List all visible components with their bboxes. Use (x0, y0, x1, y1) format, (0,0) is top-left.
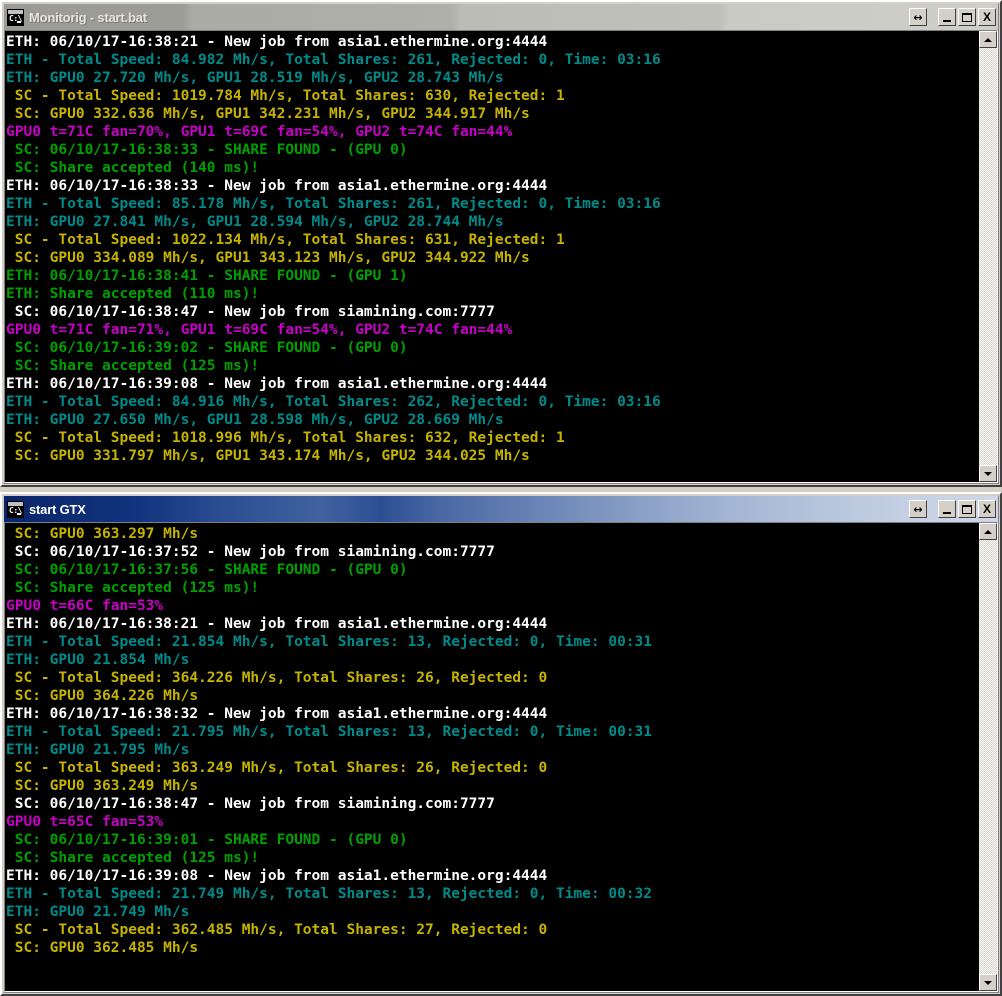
arrow-down-icon (984, 471, 992, 476)
console-line: SC - Total Speed: 364.226 Mh/s, Total Sh… (6, 670, 548, 686)
console-line: ETH - Total Speed: 84.982 Mh/s, Total Sh… (6, 52, 661, 68)
console-output-startgtx[interactable]: SC: GPU0 363.297 Mh/s SC: 06/10/17-16:37… (5, 523, 979, 991)
console-line: ETH - Total Speed: 21.854 Mh/s, Total Sh… (6, 634, 653, 650)
window-title-startgtx: start GTX (29, 501, 86, 517)
console-line: ETH: 06/10/17-16:38:21 - New job from as… (6, 34, 548, 50)
console-line: ETH: GPU0 21.795 Mh/s (6, 742, 190, 758)
desktop: C:\ Monitorig - start.bat ↔ X ETH: 06/10… (0, 0, 1002, 996)
console-line: SC: GPU0 334.089 Mh/s, GPU1 343.123 Mh/s… (6, 250, 530, 266)
window-title-monitorig: Monitorig - start.bat (29, 9, 147, 25)
console-window-startgtx[interactable]: C:\ start GTX ↔ X SC: GPU0 363.297 Mh/s … (0, 492, 1002, 996)
vertical-scrollbar-monitorig[interactable] (979, 31, 997, 482)
minimize-icon (943, 20, 951, 22)
scroll-up-button[interactable] (979, 31, 997, 48)
vertical-scrollbar-startgtx[interactable] (979, 523, 997, 991)
resize-button[interactable]: ↔ (909, 8, 927, 26)
console-line: SC: Share accepted (125 ms)! (6, 358, 260, 374)
maximize-button[interactable] (958, 500, 976, 518)
maximize-icon (962, 504, 972, 514)
console-line: SC: GPU0 363.297 Mh/s (6, 526, 199, 542)
console-line: SC: 06/10/17-16:39:01 - SHARE FOUND - (G… (6, 832, 408, 848)
titlebar-buttons-startgtx: ↔ X (909, 500, 996, 518)
maximize-icon (962, 12, 972, 22)
console-line: GPU0 t=71C fan=70%, GPU1 t=69C fan=54%, … (6, 124, 513, 140)
console-output-monitorig[interactable]: ETH: 06/10/17-16:38:21 - New job from as… (5, 31, 979, 482)
titlebar-monitorig[interactable]: C:\ Monitorig - start.bat ↔ X (4, 4, 998, 30)
resize-button[interactable]: ↔ (909, 500, 927, 518)
console-line: SC - Total Speed: 362.485 Mh/s, Total Sh… (6, 922, 548, 938)
titlebar-buttons-monitorig: ↔ X (909, 8, 996, 26)
scroll-up-button[interactable] (979, 523, 997, 540)
console-line: SC - Total Speed: 1018.996 Mh/s, Total S… (6, 430, 565, 446)
console-line: ETH: 06/10/17-16:39:08 - New job from as… (6, 376, 548, 392)
close-icon: X (982, 502, 991, 516)
console-line: SC: 06/10/17-16:39:02 - SHARE FOUND - (G… (6, 340, 408, 356)
scroll-down-button[interactable] (979, 974, 997, 991)
minimize-button[interactable] (938, 8, 956, 26)
arrow-down-icon (984, 980, 992, 985)
console-line: SC: Share accepted (125 ms)! (6, 580, 260, 596)
console-line: SC: GPU0 363.249 Mh/s (6, 778, 199, 794)
minimize-button[interactable] (938, 500, 956, 518)
window-inner-frame: C:\ start GTX ↔ X SC: GPU0 363.297 Mh/s … (3, 495, 999, 993)
console-line: ETH - Total Speed: 21.749 Mh/s, Total Sh… (6, 886, 653, 902)
console-line: ETH - Total Speed: 21.795 Mh/s, Total Sh… (6, 724, 653, 740)
console-line: ETH: GPU0 27.650 Mh/s, GPU1 28.598 Mh/s,… (6, 412, 504, 428)
console-line: SC: 06/10/17-16:38:47 - New job from sia… (6, 304, 495, 320)
console-body-monitorig: ETH: 06/10/17-16:38:21 - New job from as… (4, 30, 998, 483)
minimize-icon (943, 512, 951, 514)
arrow-up-icon (984, 529, 992, 534)
console-line: SC: 06/10/17-16:37:52 - New job from sia… (6, 544, 495, 560)
arrow-up-icon (984, 37, 992, 42)
console-line: ETH: GPU0 27.841 Mh/s, GPU1 28.594 Mh/s,… (6, 214, 504, 230)
console-line: ETH - Total Speed: 84.916 Mh/s, Total Sh… (6, 394, 661, 410)
console-line: SC: 06/10/17-16:37:56 - SHARE FOUND - (G… (6, 562, 408, 578)
scroll-down-button[interactable] (979, 465, 997, 482)
cmd-icon-cursor (17, 512, 21, 515)
console-line: GPU0 t=65C fan=53% (6, 814, 164, 830)
console-line: SC: 06/10/17-16:38:47 - New job from sia… (6, 796, 495, 812)
console-line: ETH: GPU0 21.854 Mh/s (6, 652, 190, 668)
cmd-console-icon[interactable]: C:\ (7, 500, 24, 518)
cmd-icon-cursor (17, 20, 21, 23)
titlebar-startgtx[interactable]: C:\ start GTX ↔ X (4, 496, 998, 522)
cmd-console-icon[interactable]: C:\ (7, 8, 24, 26)
console-line: ETH: 06/10/17-16:38:33 - New job from as… (6, 178, 548, 194)
console-body-startgtx: SC: GPU0 363.297 Mh/s SC: 06/10/17-16:37… (4, 522, 998, 992)
console-line: SC - Total Speed: 363.249 Mh/s, Total Sh… (6, 760, 548, 776)
resize-arrows-icon: ↔ (913, 502, 923, 516)
console-line: ETH - Total Speed: 85.178 Mh/s, Total Sh… (6, 196, 661, 212)
console-line: SC: GPU0 362.485 Mh/s (6, 940, 199, 956)
console-line: SC: Share accepted (140 ms)! (6, 160, 260, 176)
close-button[interactable]: X (978, 8, 996, 26)
console-line: SC: GPU0 331.797 Mh/s, GPU1 343.174 Mh/s… (6, 448, 530, 464)
scroll-track[interactable] (979, 48, 997, 465)
console-line: SC: Share accepted (125 ms)! (6, 850, 260, 866)
console-line: SC - Total Speed: 1019.784 Mh/s, Total S… (6, 88, 565, 104)
console-line: ETH: 06/10/17-16:38:21 - New job from as… (6, 616, 548, 632)
console-window-monitorig[interactable]: C:\ Monitorig - start.bat ↔ X ETH: 06/10… (0, 0, 1002, 487)
resize-arrows-icon: ↔ (913, 10, 923, 24)
close-button[interactable]: X (978, 500, 996, 518)
console-line: ETH: GPU0 27.720 Mh/s, GPU1 28.519 Mh/s,… (6, 70, 504, 86)
console-line: GPU0 t=71C fan=71%, GPU1 t=69C fan=54%, … (6, 322, 513, 338)
console-line: SC: GPU0 364.226 Mh/s (6, 688, 199, 704)
console-line: GPU0 t=66C fan=53% (6, 598, 164, 614)
console-line: ETH: 06/10/17-16:39:08 - New job from as… (6, 868, 548, 884)
console-line: ETH: 06/10/17-16:38:41 - SHARE FOUND - (… (6, 268, 408, 284)
console-line: ETH: Share accepted (110 ms)! (6, 286, 260, 302)
console-line: SC - Total Speed: 1022.134 Mh/s, Total S… (6, 232, 565, 248)
window-inner-frame: C:\ Monitorig - start.bat ↔ X ETH: 06/10… (3, 3, 999, 484)
console-line: ETH: GPU0 21.749 Mh/s (6, 904, 190, 920)
console-line: SC: 06/10/17-16:38:33 - SHARE FOUND - (G… (6, 142, 408, 158)
scroll-track[interactable] (979, 540, 997, 974)
maximize-button[interactable] (958, 8, 976, 26)
close-icon: X (982, 10, 991, 24)
console-line: SC: GPU0 332.636 Mh/s, GPU1 342.231 Mh/s… (6, 106, 530, 122)
console-line: ETH: 06/10/17-16:38:32 - New job from as… (6, 706, 548, 722)
